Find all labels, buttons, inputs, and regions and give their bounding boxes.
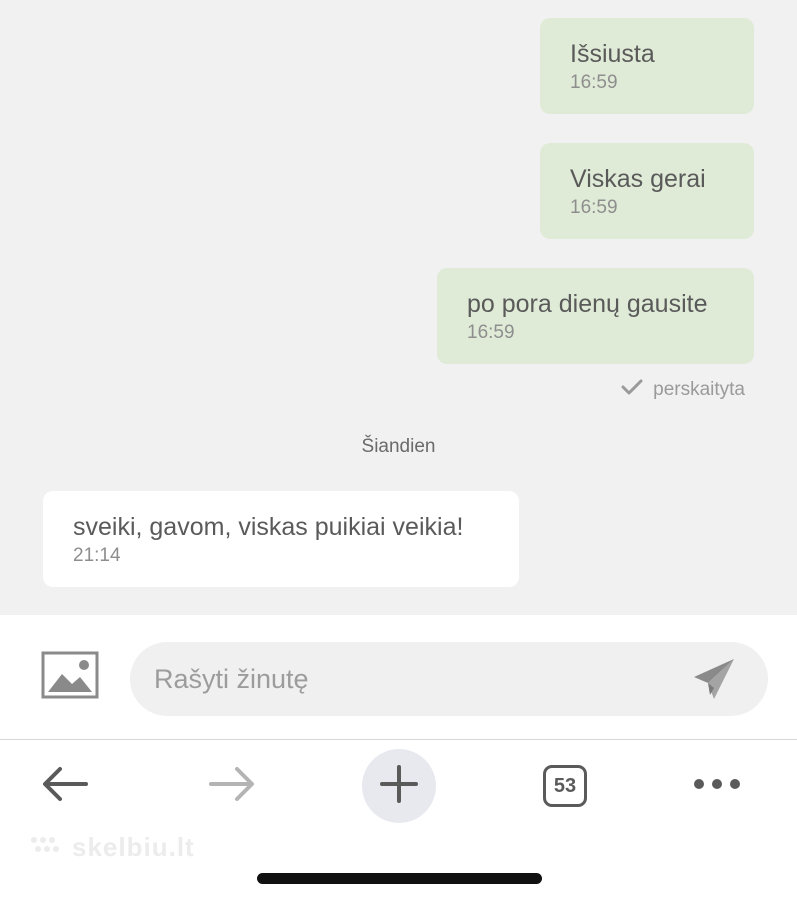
message-text: Viskas gerai bbox=[570, 165, 706, 193]
plus-icon bbox=[379, 764, 419, 809]
read-receipt: perskaityta bbox=[621, 376, 745, 404]
browser-toolbar: 53 bbox=[0, 741, 797, 831]
tabs-button[interactable]: 53 bbox=[538, 761, 592, 811]
checkmark-icon bbox=[621, 378, 643, 402]
message-bubble-outgoing[interactable]: Viskas gerai 16:59 bbox=[540, 143, 754, 239]
read-receipt-label: perskaityta bbox=[653, 379, 745, 400]
tab-count-badge: 53 bbox=[543, 765, 587, 807]
paper-plane-icon bbox=[690, 659, 738, 707]
message-bubble-incoming[interactable]: sveiki, gavom, viskas puikiai veikia! 21… bbox=[43, 491, 519, 587]
back-button[interactable] bbox=[38, 761, 92, 811]
arrow-left-icon bbox=[40, 764, 90, 809]
message-text: po pora dienų gausite bbox=[467, 290, 708, 318]
more-icon bbox=[692, 777, 742, 795]
message-text: Išsiusta bbox=[570, 40, 655, 68]
image-icon bbox=[40, 651, 100, 706]
watermark-logo-icon bbox=[30, 832, 64, 863]
message-bubble-outgoing[interactable]: po pora dienų gausite 16:59 bbox=[437, 268, 754, 364]
watermark-text: skelbiu.lt bbox=[72, 832, 195, 862]
chat-area: Išsiusta 16:59 Viskas gerai 16:59 po por… bbox=[0, 0, 797, 615]
watermark: skelbiu.lt bbox=[30, 832, 195, 863]
forward-button[interactable] bbox=[205, 761, 259, 811]
message-time: 21:14 bbox=[73, 545, 121, 566]
send-button[interactable] bbox=[690, 655, 738, 703]
message-time: 16:59 bbox=[570, 197, 618, 218]
message-time: 16:59 bbox=[570, 72, 618, 93]
menu-button[interactable] bbox=[690, 761, 744, 811]
arrow-right-icon bbox=[207, 764, 257, 809]
message-input[interactable] bbox=[152, 662, 676, 696]
attach-image-button[interactable] bbox=[40, 650, 100, 702]
message-bubble-outgoing[interactable]: Išsiusta 16:59 bbox=[540, 18, 754, 114]
day-separator: Šiandien bbox=[361, 436, 436, 457]
new-tab-button[interactable] bbox=[362, 749, 436, 823]
message-time: 16:59 bbox=[467, 322, 515, 343]
message-text: sveiki, gavom, viskas puikiai veikia! bbox=[73, 513, 464, 541]
home-indicator[interactable] bbox=[257, 873, 542, 884]
message-input-wrapper bbox=[130, 642, 768, 716]
